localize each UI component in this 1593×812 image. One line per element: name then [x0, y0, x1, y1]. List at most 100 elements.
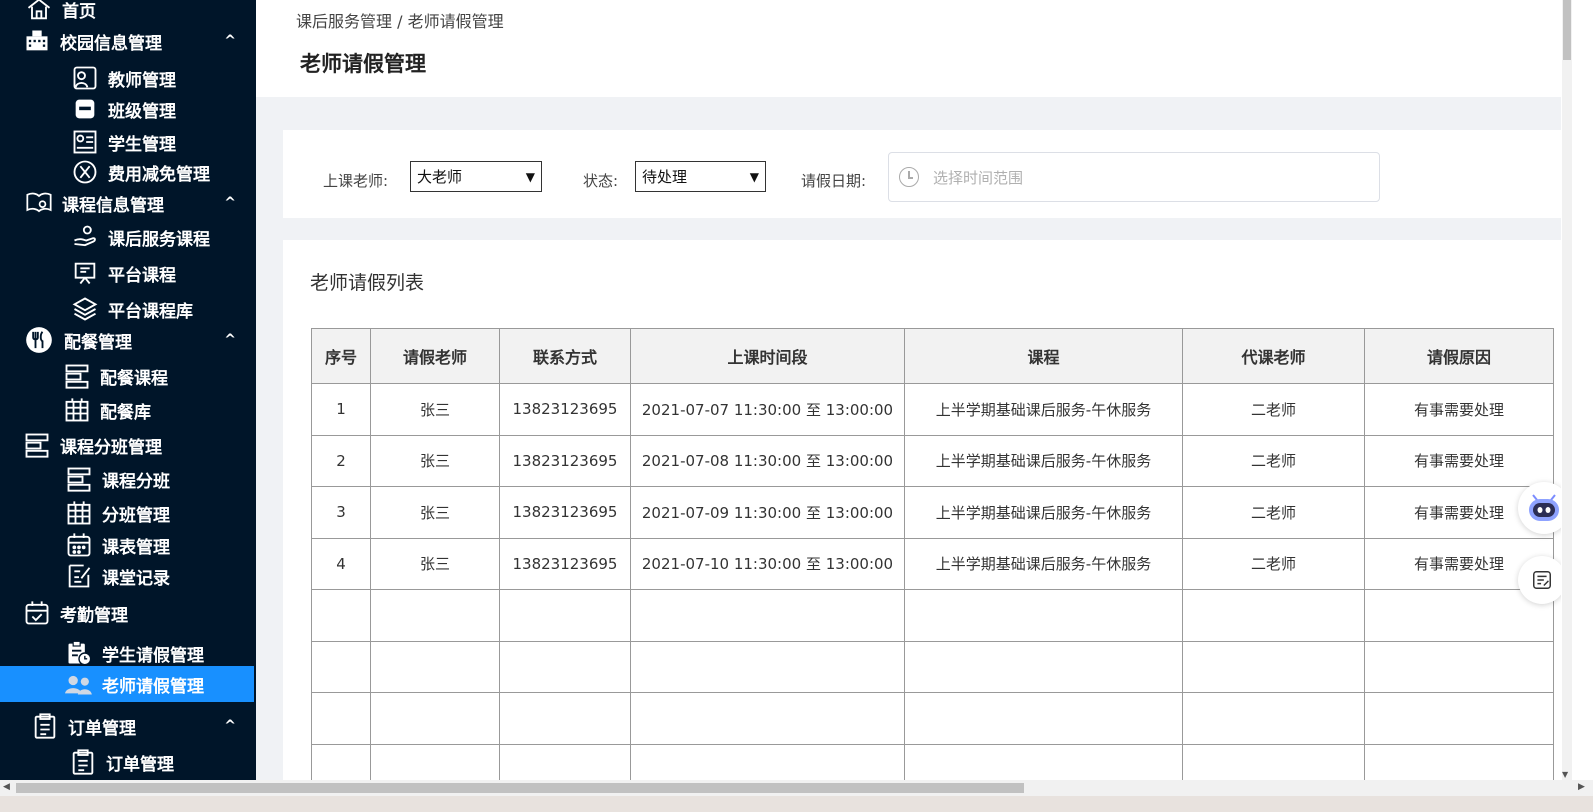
horizontal-scrollbar[interactable]: ◀ ▶ [0, 780, 1593, 796]
sidebar-group-attendance[interactable]: 考勤管理 [22, 596, 256, 630]
leave-table: 序号 请假老师 联系方式 上课时间段 课程 代课老师 请假原因 1 张三 138… [311, 328, 1554, 780]
scroll-right-icon[interactable]: ▶ [1578, 782, 1585, 792]
sidebar-group-course-info[interactable]: 课程信息管理 ^ [24, 188, 256, 218]
table-row[interactable]: 3 张三 13823123695 2021-07-09 11:30:00 至 1… [311, 486, 1554, 539]
sidebar-item-label: 订单管理 [68, 718, 136, 739]
table-row[interactable]: 2 张三 13823123695 2021-07-08 11:30:00 至 1… [311, 434, 1554, 487]
breadcrumb: 课后服务管理 / 老师请假管理 [296, 12, 504, 31]
sidebar-item-label: 配餐库 [100, 402, 151, 423]
sidebar-item-meal-library[interactable]: 配餐库 [62, 395, 256, 425]
sidebar-item-platform-library[interactable]: 平台课程库 [70, 294, 256, 324]
sidebar-item-label: 配餐管理 [64, 332, 132, 353]
teacher-select[interactable]: 大老师 ▼ [410, 161, 542, 192]
sidebar-item-label: 教师管理 [108, 70, 176, 91]
table-cell: 13823123695 [499, 537, 631, 590]
table-cell: 2021-07-09 11:30:00 至 13:00:00 [630, 486, 905, 539]
sidebar-item-split-mgmt[interactable]: 分班管理 [64, 498, 256, 528]
sidebar-item-label: 课堂记录 [102, 568, 170, 589]
table-cell: 二老师 [1182, 486, 1365, 539]
column-header: 联系方式 [499, 328, 631, 384]
table-row-empty [311, 692, 1554, 745]
scroll-left-icon[interactable]: ◀ [3, 782, 10, 792]
sidebar-group-campus[interactable]: 校园信息管理 ^ [22, 26, 256, 56]
sidebar-item-course-split[interactable]: 课程分班 [64, 464, 256, 494]
sidebar-item-student-mgmt[interactable]: 学生管理 [70, 127, 256, 157]
clipboard-clock-icon [64, 638, 94, 668]
table-cell: 有事需要处理 [1364, 383, 1554, 436]
chevron-up-icon[interactable]: ^ [224, 718, 236, 734]
sidebar-item-platform-course[interactable]: 平台课程 [70, 258, 256, 288]
table-cell: 3 [311, 486, 371, 539]
chevron-up-icon[interactable]: ^ [224, 195, 236, 211]
status-select[interactable]: 待处理 ▼ [635, 161, 766, 192]
sidebar-item-home[interactable]: 首页 [24, 0, 256, 24]
book-user-icon [24, 188, 54, 218]
sidebar-item-teacher-leave[interactable]: 老师请假管理 [0, 666, 254, 702]
sidebar-group-class-split[interactable]: 课程分班管理 [22, 430, 256, 460]
sidebar-group-order[interactable]: 订单管理 ^ [30, 710, 256, 742]
table-cell: 1 [311, 383, 371, 436]
scroll-thumb[interactable] [16, 783, 1024, 793]
sidebar-item-label: 班级管理 [108, 101, 176, 122]
table-cell: 张三 [370, 383, 500, 436]
service-hand-icon [70, 222, 100, 252]
document-icon [68, 747, 98, 777]
sidebar-item-class-record[interactable]: 课堂记录 [64, 561, 256, 591]
list-title: 老师请假列表 [310, 272, 425, 294]
clock-icon [899, 167, 919, 187]
table-cell: 13823123695 [499, 383, 631, 436]
record-icon [64, 561, 94, 591]
sidebar-item-label: 订单管理 [106, 754, 174, 775]
hierarchy-icon [64, 464, 94, 494]
sidebar-item-meal-course[interactable]: 配餐课程 [62, 361, 256, 391]
table-header-row: 序号 请假老师 联系方式 上课时间段 课程 代课老师 请假原因 [311, 328, 1554, 384]
table-row[interactable]: 1 张三 13823123695 2021-07-07 11:30:00 至 1… [311, 383, 1554, 436]
chevron-down-icon: ▼ [525, 169, 535, 184]
scroll-thumb[interactable] [1563, 0, 1571, 60]
sidebar-item-class-mgmt[interactable]: 班级管理 [70, 94, 256, 124]
hierarchy-icon [62, 361, 92, 391]
sidebar-item-label: 老师请假管理 [102, 676, 204, 697]
date-range-picker[interactable]: 选择时间范围 [888, 152, 1380, 202]
chevron-up-icon[interactable]: ^ [224, 332, 236, 348]
sidebar-item-after-course[interactable]: 课后服务课程 [70, 222, 256, 252]
table-cell: 张三 [370, 486, 500, 539]
hierarchy-icon [22, 430, 52, 460]
table-cell: 上半学期基础课后服务-午休服务 [904, 486, 1183, 539]
sidebar-item-label: 考勤管理 [60, 605, 128, 626]
sidebar-item-teacher-mgmt[interactable]: 教师管理 [70, 63, 256, 93]
page-header: 课后服务管理 / 老师请假管理 老师请假管理 [256, 0, 1561, 97]
sidebar-item-label: 校园信息管理 [60, 33, 162, 54]
window-bottom-edge [0, 796, 1593, 812]
table-cell: 2021-07-07 11:30:00 至 13:00:00 [630, 383, 905, 436]
building-icon [22, 26, 52, 56]
sidebar-item-fee-mgmt[interactable]: 费用减免管理 [70, 157, 256, 187]
sidebar-item-label: 平台课程 [108, 265, 176, 286]
page-title: 老师请假管理 [300, 52, 426, 76]
vertical-scrollbar[interactable]: ▼ [1561, 0, 1593, 780]
main-content: 课后服务管理 / 老师请假管理 老师请假管理 上课老师: 大老师 ▼ 状态: 待… [256, 0, 1561, 780]
teacher-filter-label: 上课老师: [323, 172, 389, 190]
table-cell: 二老师 [1182, 383, 1365, 436]
date-range-placeholder: 选择时间范围 [933, 168, 1024, 187]
table-cell: 上半学期基础课后服务-午休服务 [904, 434, 1183, 487]
chevron-up-icon[interactable]: ^ [224, 33, 236, 49]
sidebar-item-label: 学生管理 [108, 134, 176, 155]
layers-icon [70, 294, 100, 324]
sidebar-item-order-mgmt[interactable]: 订单管理 [68, 746, 256, 778]
table-row-empty [311, 743, 1554, 780]
class-icon [70, 94, 100, 124]
table-cell: 4 [311, 537, 371, 590]
sidebar-group-meal[interactable]: 配餐管理 ^ [22, 322, 256, 358]
sidebar-item-schedule-mgmt[interactable]: 课表管理 [64, 530, 256, 560]
table-row-empty [311, 589, 1554, 642]
table-cell: 张三 [370, 537, 500, 590]
table-row[interactable]: 4 张三 13823123695 2021-07-10 11:30:00 至 1… [311, 537, 1554, 590]
scroll-down-icon[interactable]: ▼ [1562, 770, 1568, 779]
column-header: 上课时间段 [630, 328, 905, 384]
table-cell: 2021-07-08 11:30:00 至 13:00:00 [630, 434, 905, 487]
table-cell: 二老师 [1182, 537, 1365, 590]
table-cell: 13823123695 [499, 486, 631, 539]
feedback-button[interactable] [1518, 556, 1566, 604]
sidebar-item-student-leave[interactable]: 学生请假管理 [64, 636, 256, 670]
